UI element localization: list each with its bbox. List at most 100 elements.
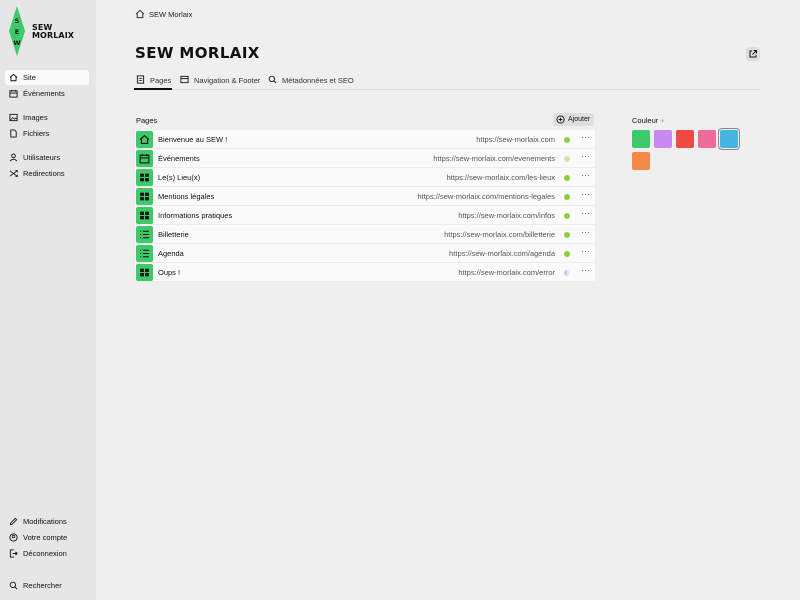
sidebar-item-label: Redirections	[23, 169, 65, 178]
color-swatch[interactable]	[632, 130, 650, 148]
page-type-badge	[136, 226, 153, 243]
sidebar-item-search[interactable]: Rechercher	[5, 578, 89, 593]
sidebar-item-label: Utilisateurs	[23, 153, 61, 162]
page-name[interactable]: Oups !	[158, 268, 180, 277]
page-row[interactable]: Le(s) Lieu(x) https://sew-morlaix.com/les…	[135, 168, 595, 187]
sidebar-item-label: Événements	[23, 89, 65, 98]
tab-label: Navigation & Footer	[194, 76, 261, 85]
more-options-icon[interactable]: ···	[581, 228, 591, 237]
sidebar-item-modifications[interactable]: Modifications	[5, 514, 89, 529]
tab-metadata-seo[interactable]: Métadonnées et SEO	[266, 70, 356, 90]
more-options-icon[interactable]: ···	[581, 209, 591, 218]
users-icon	[9, 153, 18, 162]
pages-section-title: Pages	[136, 116, 158, 125]
page-icon	[136, 75, 145, 84]
brand-name: SEW MORLAIX	[32, 24, 74, 40]
more-options-icon[interactable]: ···	[581, 133, 591, 142]
page-url[interactable]: https://sew-morlaix.com/infos	[458, 211, 555, 220]
calendar-icon	[139, 154, 150, 164]
sidebar-item-redirections[interactable]: Redirections	[5, 166, 89, 181]
page-name[interactable]: Informations pratiques	[158, 211, 232, 220]
page-url[interactable]: https://sew-morlaix.com	[476, 135, 555, 144]
tab-pages[interactable]: Pages	[134, 70, 172, 90]
sidebar: S E W SEW MORLAIX Site Événements Images…	[0, 0, 96, 600]
status-dot-icon	[564, 251, 570, 257]
page-type-badge	[136, 169, 153, 186]
sidebar-item-evenements[interactable]: Événements	[5, 86, 89, 101]
home-icon	[9, 73, 18, 82]
list-icon	[140, 230, 149, 239]
sidebar-item-logout[interactable]: Déconnexion	[5, 546, 89, 561]
page-row[interactable]: Mentions légales https://sew-morlaix.com/…	[135, 187, 595, 206]
status-dot-icon	[564, 137, 570, 143]
color-section-title: Couleur +	[632, 116, 665, 125]
color-swatch[interactable]	[718, 128, 740, 150]
color-swatch[interactable]	[698, 130, 716, 148]
logo-letter: S	[15, 17, 20, 25]
sidebar-item-utilisateurs[interactable]: Utilisateurs	[5, 150, 89, 165]
logout-icon	[9, 549, 18, 558]
home-icon	[139, 134, 150, 145]
more-options-icon[interactable]: ···	[581, 152, 591, 161]
page-url[interactable]: https://sew-morlaix.com/evenements	[433, 154, 555, 163]
page-title: SEW MORLAIX	[135, 44, 260, 62]
more-options-icon[interactable]: ···	[581, 266, 591, 275]
tab-navigation-footer[interactable]: Navigation & Footer	[178, 70, 262, 90]
page-name[interactable]: Billetterie	[158, 230, 189, 239]
sidebar-item-label: Images	[23, 113, 48, 122]
color-swatch[interactable]	[654, 130, 672, 148]
page-url[interactable]: https://sew-morlaix.com/billetterie	[444, 230, 555, 239]
page-type-badge	[136, 150, 153, 167]
logo-letter: W	[13, 39, 20, 47]
sidebar-item-label: Rechercher	[23, 581, 62, 590]
page-row[interactable]: Agenda https://sew-morlaix.com/agenda ···	[135, 244, 595, 263]
open-site-button[interactable]	[746, 47, 760, 61]
grid-icon	[140, 268, 149, 277]
page-row[interactable]: Oups ! https://sew-morlaix.com/error ···	[135, 263, 595, 282]
page-name[interactable]: Événements	[158, 154, 200, 163]
page-row[interactable]: Informations pratiques https://sew-morlai…	[135, 206, 595, 225]
page-url[interactable]: https://sew-morlaix.com/mentions-legales	[417, 192, 555, 201]
color-swatch[interactable]	[632, 152, 650, 170]
page-url[interactable]: https://sew-morlaix.com/les-lieux	[447, 173, 555, 182]
breadcrumb-label: SEW Morlaix	[149, 10, 193, 19]
page-type-badge	[136, 264, 153, 281]
sidebar-item-label: Votre compte	[23, 533, 68, 542]
layout-icon	[180, 75, 189, 84]
add-color-icon[interactable]: +	[660, 116, 664, 125]
shuffle-icon	[9, 169, 18, 178]
plus-circle-icon	[556, 115, 565, 124]
page-row[interactable]: Événements https://sew-morlaix.com/evenem…	[135, 149, 595, 168]
status-dot-icon	[564, 213, 570, 219]
add-page-button[interactable]: Ajouter	[553, 113, 594, 126]
more-options-icon[interactable]: ···	[581, 190, 591, 199]
page-row[interactable]: Billetterie https://sew-morlaix.com/bille…	[135, 225, 595, 244]
page-url[interactable]: https://sew-morlaix.com/error	[458, 268, 555, 277]
status-dot-icon	[564, 156, 570, 162]
page-name[interactable]: Le(s) Lieu(x)	[158, 173, 200, 182]
color-swatch[interactable]	[676, 130, 694, 148]
more-options-icon[interactable]: ···	[581, 171, 591, 180]
more-options-icon[interactable]: ···	[581, 247, 591, 256]
page-row[interactable]: Bienvenue au SEW ! https://sew-morlaix.co…	[135, 130, 595, 149]
pages-list: Bienvenue au SEW ! https://sew-morlaix.co…	[135, 130, 595, 282]
page-name[interactable]: Bienvenue au SEW !	[158, 135, 227, 144]
sidebar-item-label: Déconnexion	[23, 549, 67, 558]
page-name[interactable]: Mentions légales	[158, 192, 214, 201]
sidebar-item-site[interactable]: Site	[5, 70, 89, 85]
external-link-icon	[749, 50, 757, 58]
tab-bar: Pages Navigation & Footer Métadonnées et…	[134, 70, 760, 90]
brand-logo[interactable]: S E W SEW MORLAIX	[8, 6, 98, 56]
page-name[interactable]: Agenda	[158, 249, 184, 258]
sidebar-item-account[interactable]: Votre compte	[5, 530, 89, 545]
status-dot-icon	[564, 270, 570, 276]
sidebar-item-fichiers[interactable]: Fichiers	[5, 126, 89, 141]
page-type-badge	[136, 188, 153, 205]
page-url[interactable]: https://sew-morlaix.com/agenda	[449, 249, 555, 258]
page-type-badge	[136, 245, 153, 262]
image-icon	[9, 113, 18, 122]
sidebar-item-images[interactable]: Images	[5, 110, 89, 125]
sidebar-item-label: Modifications	[23, 517, 67, 526]
tab-label: Pages	[150, 76, 172, 85]
status-dot-icon	[564, 232, 570, 238]
